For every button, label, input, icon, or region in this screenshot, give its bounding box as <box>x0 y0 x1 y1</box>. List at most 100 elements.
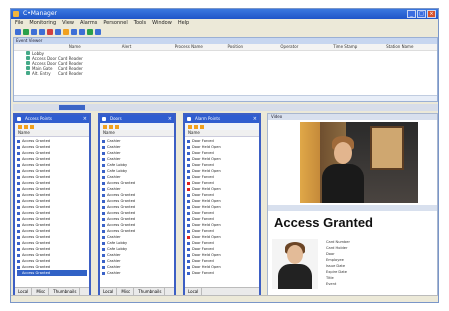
panel-tool-icon[interactable] <box>200 124 204 129</box>
monitor-pane: Video Access Granted Card Number Card Hol… <box>267 113 438 298</box>
card-header-bar <box>268 205 437 211</box>
panel-tab-strip <box>13 104 438 111</box>
item-bullet-icon <box>102 217 105 221</box>
panel-column-header[interactable]: Name <box>100 130 174 137</box>
list-item-label: Access Granted <box>107 211 136 215</box>
list-item-label: Door Forced <box>192 151 214 155</box>
menu-window[interactable]: Window <box>152 19 172 27</box>
menu-alarms[interactable]: Alarms <box>80 19 97 27</box>
card-field-row: Event <box>326 281 432 287</box>
menu-view[interactable]: View <box>62 19 74 27</box>
panel-column-header[interactable]: Name <box>15 130 89 137</box>
item-bullet-icon <box>102 271 105 275</box>
list-item-label: Door Forced <box>192 193 214 197</box>
panel-tool-icon[interactable] <box>24 124 28 129</box>
minimize-button[interactable]: _ <box>407 10 416 18</box>
panel-tool-icon[interactable] <box>194 124 198 129</box>
panel-header: Doors × <box>100 115 174 123</box>
list-item-label: Door Forced <box>192 229 214 233</box>
list-item-label: Access Granted <box>107 229 136 233</box>
toolbar-button-icon[interactable] <box>15 28 21 35</box>
item-bullet-icon <box>102 175 105 179</box>
menu-tools[interactable]: Tools <box>134 19 146 27</box>
menu-file[interactable]: File <box>15 19 23 27</box>
event-column-header[interactable]: Process Name <box>173 44 226 50</box>
video-window <box>370 126 404 170</box>
list-item-label: Access Granted <box>22 139 51 143</box>
list-item-label: Access Granted <box>22 163 51 167</box>
toolbar-button-icon[interactable] <box>79 28 85 35</box>
maximize-button[interactable]: □ <box>417 10 426 18</box>
event-column-header[interactable]: Position <box>226 44 279 50</box>
toolbar-button-icon[interactable] <box>39 28 45 35</box>
item-bullet-icon <box>17 163 20 167</box>
list-item-label: Door Held Open <box>192 205 221 209</box>
panel-tool-icon[interactable] <box>18 124 22 129</box>
item-bullet-icon <box>17 223 20 227</box>
item-bullet-icon <box>17 145 20 149</box>
event-row[interactable]: Alt. Entry Card Reader <box>14 71 437 76</box>
horizontal-scrollbar[interactable] <box>14 95 437 101</box>
list-item[interactable]: Cashier <box>102 270 172 276</box>
list-item-label: Access Granted <box>22 241 51 245</box>
item-bullet-icon <box>187 253 190 257</box>
panel-tool-icon[interactable] <box>115 124 119 129</box>
video-lamp <box>300 122 320 203</box>
event-column-header[interactable] <box>14 44 67 50</box>
event-column-header[interactable]: Operator <box>278 44 331 50</box>
item-bullet-icon <box>102 205 105 209</box>
event-column-header[interactable]: Time Stamp <box>331 44 384 50</box>
panel-tool-icon[interactable] <box>188 124 192 129</box>
item-bullet-icon <box>102 211 105 215</box>
panel-header: Access Points × <box>15 115 89 123</box>
event-column-header[interactable]: Alert <box>120 44 173 50</box>
panel-tool-icon[interactable] <box>103 124 107 129</box>
list-item-label: Door Forced <box>192 241 214 245</box>
list-item[interactable]: Access Granted <box>17 270 87 276</box>
item-bullet-icon <box>187 175 190 179</box>
menu-monitoring[interactable]: Monitoring <box>29 19 56 27</box>
item-bullet-icon <box>187 223 190 227</box>
list-item-label: Cashier <box>107 259 121 263</box>
event-name: Alt. Entry <box>32 71 51 76</box>
video-header: Video <box>268 114 437 120</box>
panel-tool-icon[interactable] <box>30 124 34 129</box>
close-button[interactable]: × <box>427 10 436 18</box>
list-item-label: Door Forced <box>192 175 214 179</box>
panel-close-icon[interactable]: × <box>253 116 257 122</box>
list-item-label: Cafe Lobby <box>107 163 128 167</box>
toolbar-button-icon[interactable] <box>23 28 29 35</box>
panel-tool-icon[interactable] <box>109 124 113 129</box>
toolbar-button-icon[interactable] <box>71 28 77 35</box>
event-detail: Card Reader <box>58 71 83 76</box>
event-column-header[interactable]: Name <box>67 44 120 50</box>
list-item-label: Access Granted <box>22 205 51 209</box>
toolbar-button-icon[interactable] <box>31 28 37 35</box>
panel-close-icon[interactable]: × <box>83 116 87 122</box>
item-bullet-icon <box>187 145 190 149</box>
item-bullet-icon <box>102 259 105 263</box>
list-item-label: Cashier <box>107 271 121 275</box>
panel-close-icon[interactable]: × <box>168 116 172 122</box>
list-item-label: Door Held Open <box>192 145 221 149</box>
photo-body <box>278 264 312 289</box>
toolbar-button-icon[interactable] <box>95 28 101 35</box>
event-columns: Name Alert Process Name Position Operator Tim… <box>14 44 437 51</box>
active-tab-indicator[interactable] <box>59 105 85 110</box>
item-bullet-icon <box>187 169 190 173</box>
list-item-label: Access Granted <box>22 211 51 215</box>
toolbar-button-icon[interactable] <box>87 28 93 35</box>
item-bullet-icon <box>102 145 105 149</box>
menu-help[interactable]: Help <box>178 19 189 27</box>
toolbar-button-icon[interactable] <box>47 28 53 35</box>
item-bullet-icon <box>17 265 20 269</box>
list-item-label: Door Held Open <box>192 199 221 203</box>
toolbar-button-icon[interactable] <box>55 28 61 35</box>
toolbar-button-icon[interactable] <box>63 28 69 35</box>
list-item[interactable]: Door Forced <box>187 270 257 276</box>
panel-title: Alarm Points <box>195 116 221 121</box>
event-column-header[interactable]: Station Name <box>384 44 437 50</box>
menu-personnel[interactable]: Personnel <box>103 19 127 27</box>
list-item-label: Access Granted <box>22 223 51 227</box>
panel-column-header[interactable]: Name <box>185 130 259 137</box>
